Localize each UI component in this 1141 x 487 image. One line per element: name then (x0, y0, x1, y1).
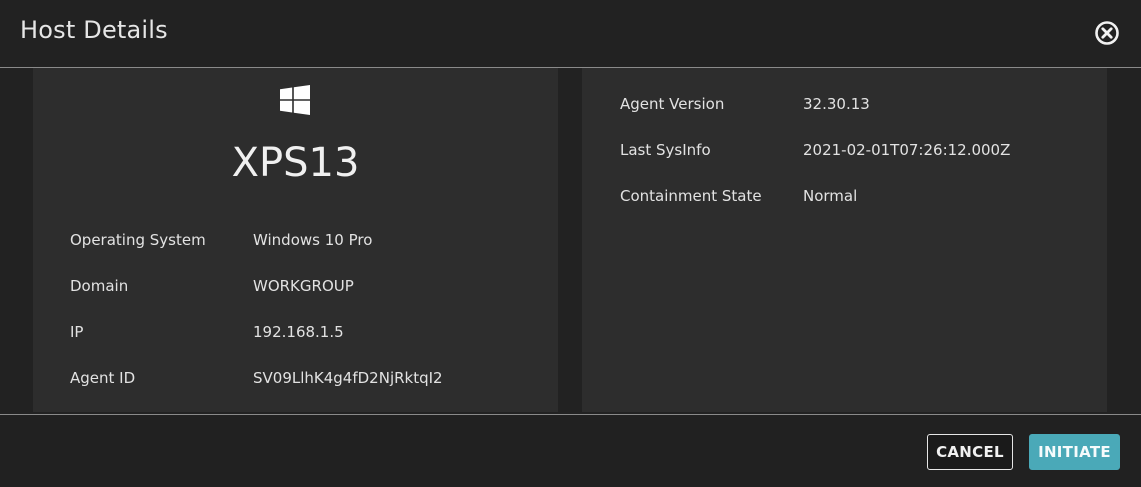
agent-id-value: SV09LlhK4g4fD2NjRktqI2 (253, 369, 443, 387)
host-details-dialog: Host Details XPS13 Operating System Wind… (0, 0, 1141, 487)
last-sysinfo-value: 2021-02-01T07:26:12.000Z (803, 141, 1011, 159)
windows-logo-icon (280, 85, 310, 115)
os-value: Windows 10 Pro (253, 231, 373, 249)
os-label: Operating System (70, 231, 206, 249)
dialog-footer: CANCEL INITIATE (0, 414, 1141, 487)
dialog-title: Host Details (20, 16, 168, 44)
containment-state-value: Normal (803, 187, 858, 205)
close-circle-icon (1095, 21, 1119, 45)
agent-info-panel: Agent Version 32.30.13 Last SysInfo 2021… (582, 68, 1107, 412)
close-button[interactable] (1094, 20, 1120, 46)
ip-label: IP (70, 323, 84, 341)
containment-state-label: Containment State (620, 187, 762, 205)
dialog-header: Host Details (0, 0, 1141, 68)
initiate-button[interactable]: INITIATE (1029, 434, 1120, 470)
domain-value: WORKGROUP (253, 277, 354, 295)
agent-id-label: Agent ID (70, 369, 136, 387)
agent-version-label: Agent Version (620, 95, 725, 113)
cancel-button[interactable]: CANCEL (927, 434, 1013, 470)
host-info-panel: XPS13 Operating System Windows 10 Pro Do… (33, 68, 558, 412)
host-name: XPS13 (231, 140, 360, 186)
ip-value: 192.168.1.5 (253, 323, 344, 341)
agent-version-value: 32.30.13 (803, 95, 870, 113)
dialog-body: XPS13 Operating System Windows 10 Pro Do… (0, 68, 1141, 414)
domain-label: Domain (70, 277, 129, 295)
last-sysinfo-label: Last SysInfo (620, 141, 711, 159)
